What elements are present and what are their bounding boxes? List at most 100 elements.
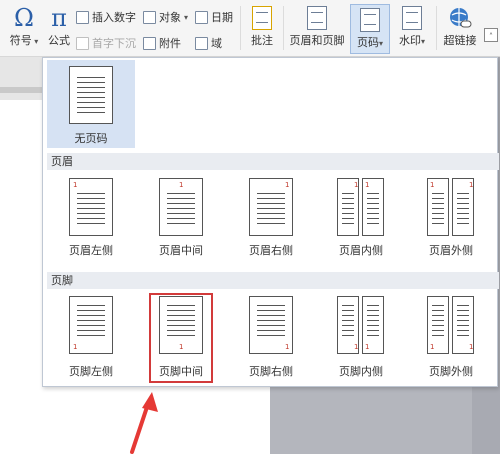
option-label: 页脚左侧 <box>69 365 113 378</box>
field-icon <box>195 36 208 50</box>
chevron-down-icon: ▾ <box>31 37 39 46</box>
ruler-strip <box>0 87 42 93</box>
page-number-marker: 1 <box>469 343 474 351</box>
chevron-down-icon: ▾ <box>378 39 383 48</box>
page-number-icon <box>360 8 380 32</box>
calendar-icon <box>195 10 208 24</box>
page-thumbnail: 1 <box>69 296 113 354</box>
annotation-button[interactable]: 批注 <box>244 0 280 48</box>
page-number-marker: 1 <box>469 181 474 189</box>
option-footer-left[interactable]: 1 页脚左侧 <box>47 291 135 383</box>
annotation-icon <box>252 6 272 30</box>
page-thumbnail-left: 1 <box>427 178 449 236</box>
object-label: 对象 <box>159 11 181 24</box>
option-header-outside[interactable]: 1 1 页眉外侧 <box>407 172 495 262</box>
page-number-button[interactable]: 页码▾ <box>350 4 390 54</box>
option-label: 页眉中间 <box>159 244 203 257</box>
header-footer-label: 页眉和页脚 <box>289 34 345 47</box>
page-number-label: 页码 <box>356 36 379 49</box>
insert-number-label: 插入数字 <box>92 11 136 24</box>
collapse-ribbon-button[interactable]: ˄ <box>484 28 498 42</box>
option-label: 页眉右侧 <box>249 244 293 257</box>
option-label: 页脚外侧 <box>429 365 473 378</box>
highlight-box <box>149 293 213 383</box>
page-thumbnail-right: 1 <box>362 178 384 236</box>
insert-number-button[interactable]: 插入数字 <box>76 9 136 25</box>
attachment-button[interactable]: 附件 <box>143 35 181 51</box>
page-number-marker: 1 <box>365 343 370 351</box>
formula-label: 公式 <box>48 34 70 47</box>
chevron-down-icon: ▾ <box>184 12 189 22</box>
option-label: 页眉外侧 <box>429 244 473 257</box>
date-button[interactable]: 日期 <box>195 9 233 25</box>
page-thumbnail-left: 1 <box>337 178 359 236</box>
option-footer-outside[interactable]: 1 1 页脚外侧 <box>407 291 495 383</box>
insert-number-icon <box>76 10 89 24</box>
page-thumbnail-left: 1 <box>427 296 449 354</box>
first-letter-drop-button[interactable]: 首字下沉 <box>76 35 136 51</box>
page-number-marker: 1 <box>285 181 290 189</box>
attachment-icon <box>143 36 156 50</box>
section-header-title: 页眉 <box>47 153 499 170</box>
watermark-icon <box>402 6 422 30</box>
option-header-right[interactable]: 1 页眉右侧 <box>227 172 315 262</box>
page-number-marker: 1 <box>285 343 290 351</box>
formula-button[interactable]: π 公式 <box>44 4 74 48</box>
page-number-marker: 1 <box>365 181 370 189</box>
hyperlink-label: 超链接 <box>443 34 477 47</box>
red-arrow-annotation <box>130 392 158 454</box>
globe-link-icon <box>450 8 472 28</box>
chevron-down-icon: ▾ <box>420 37 425 46</box>
attachment-label: 附件 <box>159 37 181 50</box>
first-letter-drop-label: 首字下沉 <box>92 37 136 50</box>
option-footer-inside[interactable]: 1 1 页脚内侧 <box>317 291 405 383</box>
watermark-button[interactable]: 水印▾ <box>392 0 432 48</box>
header-footer-button[interactable]: 页眉和页脚 <box>286 0 348 48</box>
ribbon-divider <box>283 6 284 50</box>
page-thumbnail: 1 <box>69 178 113 236</box>
drop-cap-icon <box>76 36 89 50</box>
option-label: 页眉左侧 <box>69 244 113 257</box>
object-icon <box>143 10 156 24</box>
field-button[interactable]: 域 <box>195 35 222 51</box>
ribbon-divider <box>240 6 241 50</box>
page-thumbnail-left: 1 <box>337 296 359 354</box>
page-number-marker: 1 <box>73 343 78 351</box>
option-label: 无页码 <box>74 132 108 145</box>
field-label: 域 <box>211 37 222 50</box>
page-thumbnail: 1 <box>159 178 203 236</box>
ribbon-divider <box>436 6 437 50</box>
page-thumbnail-right: 1 <box>362 296 384 354</box>
page-number-marker: 1 <box>354 343 359 351</box>
option-label: 页脚内侧 <box>339 365 383 378</box>
document-background <box>270 380 472 454</box>
page-number-marker: 1 <box>179 181 184 189</box>
option-footer-right[interactable]: 1 页脚右侧 <box>227 291 315 383</box>
chevron-up-icon: ˄ <box>489 32 493 41</box>
pi-icon: π <box>51 4 67 32</box>
object-button[interactable]: 对象 ▾ <box>143 9 188 25</box>
date-label: 日期 <box>211 11 233 24</box>
symbol-button[interactable]: Ω 符号 ▾ <box>4 4 44 48</box>
watermark-label: 水印 <box>398 34 421 47</box>
page-number-marker: 1 <box>430 181 435 189</box>
option-header-inside[interactable]: 1 1 页眉内侧 <box>317 172 405 262</box>
ribbon-toolbar: Ω 符号 ▾ π 公式 插入数字 对象 ▾ 日期 首字下沉 附件 域 批注 页眉和… <box>0 0 500 57</box>
header-footer-icon <box>307 6 327 30</box>
hyperlink-button[interactable]: 超链接 <box>440 0 480 48</box>
page-thumbnail: 1 <box>249 296 293 354</box>
page-thumbnail-right: 1 <box>452 178 474 236</box>
omega-icon: Ω <box>14 4 34 32</box>
annotation-label: 批注 <box>251 34 273 47</box>
page-number-marker: 1 <box>354 181 359 189</box>
symbol-label: 符号 <box>9 34 32 47</box>
page-thumbnail: 1 <box>249 178 293 236</box>
page-thumbnail-right: 1 <box>452 296 474 354</box>
option-no-page-number[interactable]: 无页码 <box>47 60 135 148</box>
page-thumbnail <box>69 66 113 124</box>
option-header-center[interactable]: 1 页眉中间 <box>137 172 225 262</box>
page-number-marker: 1 <box>73 181 78 189</box>
option-header-left[interactable]: 1 页眉左侧 <box>47 172 135 262</box>
page-number-dropdown: 无页码 页眉 1 页眉左侧 1 页眉中间 1 页眉右侧 1 1 页眉内侧 1 1… <box>42 57 499 387</box>
page-number-marker: 1 <box>430 343 435 351</box>
